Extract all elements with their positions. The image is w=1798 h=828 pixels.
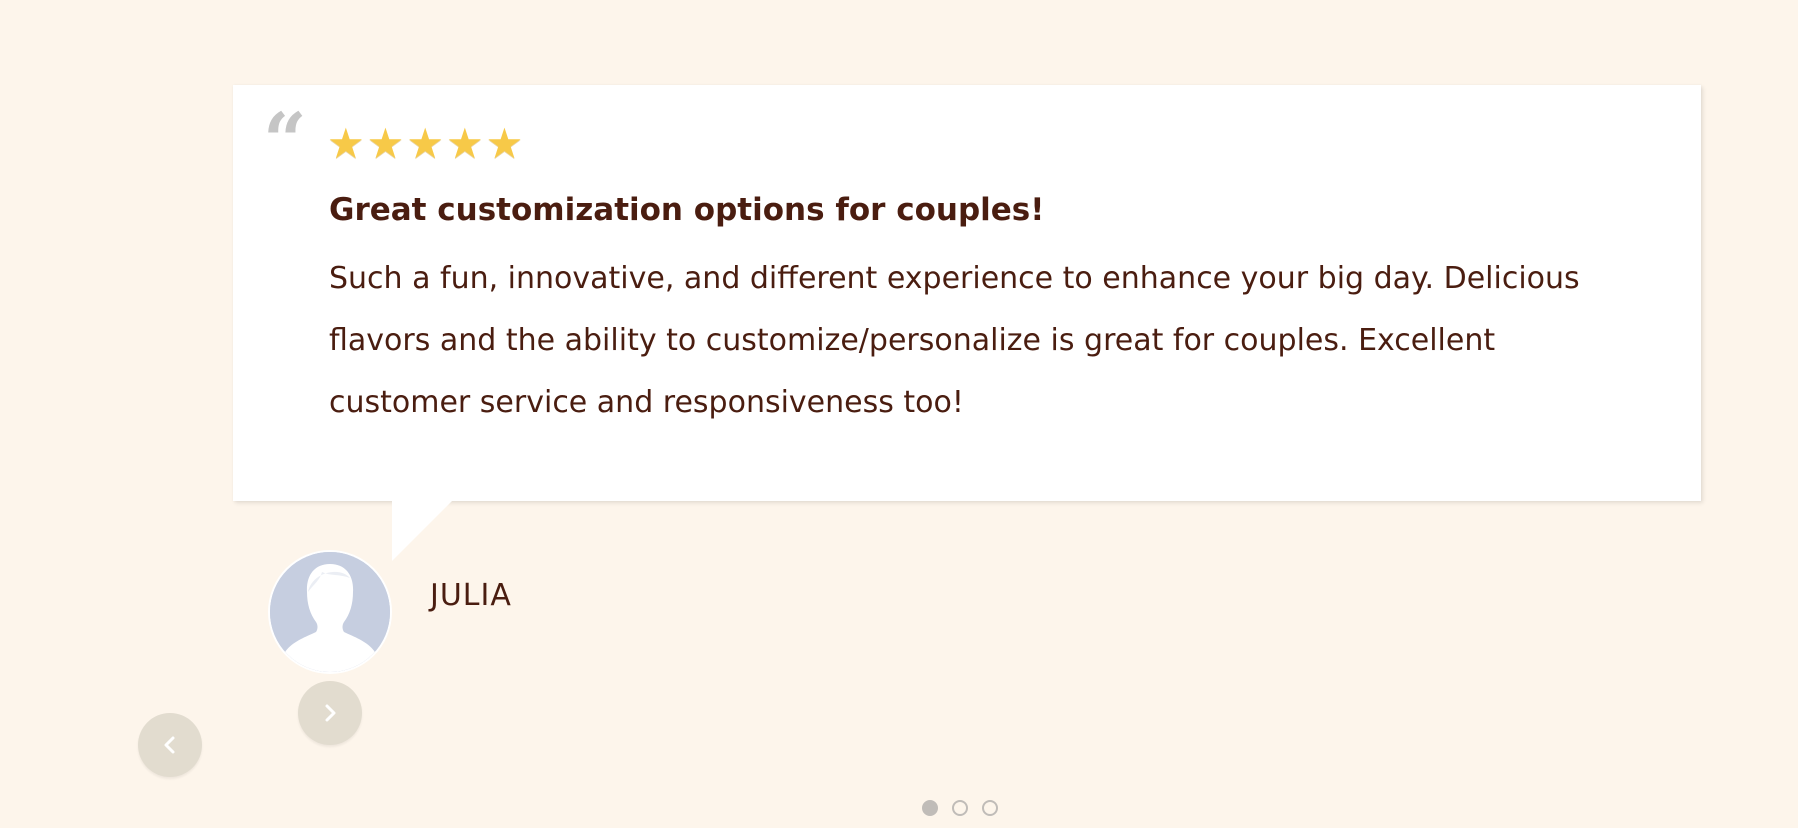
next-slide-button[interactable] [298,681,362,745]
quote-icon: “ [263,96,307,185]
star-icon: ★ [366,119,405,168]
star-icon: ★ [327,119,365,168]
star-rating: ★ ★ ★ ★ ★ [327,123,523,165]
chevron-left-icon [164,736,175,754]
avatar [270,552,390,672]
pagination-dot[interactable] [982,800,998,816]
star-icon: ★ [406,119,444,168]
pagination-dot[interactable] [952,800,968,816]
section-heading [0,0,1798,12]
previous-slide-button[interactable] [138,713,202,777]
review-body: Such a fun, innovative, and different ex… [329,261,1580,420]
speech-bubble-tail [392,501,452,561]
carousel-pagination [922,800,998,816]
review-title: Great customization options for couples! [329,192,1045,228]
chevron-right-icon [325,704,336,722]
star-icon: ★ [445,119,484,168]
testimonial-card: “ ★ ★ ★ ★ ★ Great customization options … [233,85,1701,501]
star-icon: ★ [485,119,524,168]
pagination-dot-active[interactable] [922,800,938,816]
reviewer-name: JULIA [430,578,512,613]
user-silhouette-icon [270,552,390,672]
